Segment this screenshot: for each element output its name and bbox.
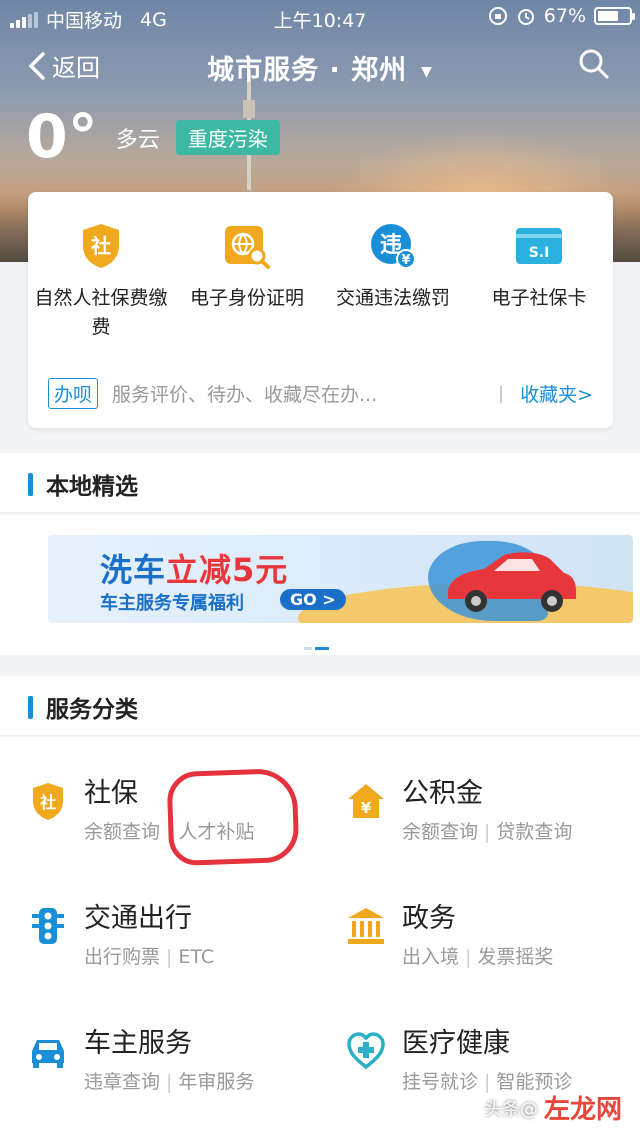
battery-percent: 67% [543,5,586,27]
carousel-indicator [304,647,329,650]
navigation-bar: 返回 城市服务 · 郑州 ▼ [0,44,640,90]
section-accent-bar [28,473,33,496]
todo-hint[interactable]: 服务评价、待办、收藏尽在办... [112,380,498,407]
quick-service-electronic-id[interactable]: 电子身份证明 [174,222,320,342]
sub-link[interactable]: 出行购票 [84,946,160,968]
quick-service-label: 交通违法缴罚 [335,287,450,309]
orientation-lock-icon [488,7,507,25]
sub-link[interactable]: 发票摇奖 [477,946,553,968]
weather-widget: 0° 多云 重度污染 [26,104,280,170]
sub-link[interactable]: 挂号就诊 [402,1071,478,1093]
source-watermark: 头条@ 左龙网 [484,1089,622,1126]
service-subtitle: 余额查询 | 贷款查询 [402,821,573,843]
sub-link[interactable]: 年审服务 [178,1071,254,1093]
battery-icon [594,7,635,25]
quick-service-traffic-fine[interactable]: 违 ¥ 交通违法缴罚 [320,222,466,342]
car-wash-promo-banner[interactable]: 洗车立减5元 车主服务专属福利 GO > [48,535,633,623]
social-security-shield-icon: 社 [83,224,119,268]
banner-subtitle: 车主服务专属福利 [100,593,244,614]
search-icon[interactable] [578,48,610,80]
section-title: 本地精选 [46,474,138,500]
status-bar: 中国移动 4G 上午10:47 67% [0,0,640,34]
quick-service-social-security-payment[interactable]: 社 自然人社保费缴费 [28,222,174,342]
sub-link[interactable]: 违章查询 [84,1071,160,1093]
housing-fund-icon: ¥ [348,784,384,818]
city-selector[interactable]: 城市服务 · 郑州 ▼ [0,48,640,87]
sub-link[interactable]: 贷款查询 [496,821,572,843]
service-subtitle: 出入境 | 发票摇奖 [402,946,554,968]
watermark-logo: 左龙网 [543,1095,622,1125]
quick-service-label: 自然人社保费缴费 [34,287,168,338]
air-quality-badge: 重度污染 [175,120,280,155]
service-name: 社保 [84,778,138,809]
quick-services-row: 社 自然人社保费缴费 电子身份证明 违 ¥ 交通违法缴罚 S.I 电子社保卡 [28,222,613,342]
todo-bar: 办呗 服务评价、待办、收藏尽在办... | 收藏夹> [48,376,593,410]
quick-services-card: 社 自然人社保费缴费 电子身份证明 违 ¥ 交通违法缴罚 S.I 电子社保卡 办… [28,192,613,428]
service-housing-fund[interactable]: ¥ 公积金 余额查询 | 贷款查询 [346,777,640,867]
si-card-icon: S.I [516,228,562,264]
svg-text:¥: ¥ [361,799,372,817]
social-security-shield-icon: 社 [33,783,63,820]
banner-title: 洗车立减5元 [100,545,288,591]
hand-drawn-highlight-circle [166,767,300,867]
svg-text:社: 社 [90,234,111,258]
service-name: 医疗健康 [402,1028,510,1059]
service-name: 政务 [402,903,456,934]
service-subtitle: 出行购票 | ETC [84,946,215,968]
svg-text:S.I: S.I [529,245,550,261]
svg-text:社: 社 [39,793,56,812]
service-transportation[interactable]: 交通出行 出行购票 | ETC [28,902,328,992]
quick-service-label: 电子社保卡 [491,287,587,309]
section-accent-bar [28,696,33,719]
sub-link[interactable]: 余额查询 [84,821,160,843]
quick-service-e-social-card[interactable]: S.I 电子社保卡 [466,222,612,342]
banbei-tag[interactable]: 办呗 [48,377,99,409]
traffic-light-icon [32,908,64,944]
quick-service-label: 电子身份证明 [189,287,304,309]
service-category-header: 服务分类 [0,676,640,736]
traffic-violation-icon: 违 ¥ [371,224,416,269]
section-title: 服务分类 [46,697,138,723]
banner-title-b: 立减5元 [166,551,289,589]
service-category-grid: 社 社保 余额查询 | 人才补贴 ¥ 公积金 余额查询 | 贷款查询 交通出行 出行购票… [0,737,640,1138]
service-government[interactable]: 政务 出入境 | 发票摇奖 [346,902,640,992]
sub-link[interactable]: ETC [178,946,214,968]
dropdown-caret-icon: ▼ [421,63,433,80]
car-icon [32,1040,64,1068]
red-car-icon [448,552,576,612]
favorites-link[interactable]: 收藏夹> [520,380,593,407]
sub-link[interactable]: 出入境 [402,946,459,968]
watermark-prefix: 头条@ [483,1098,538,1120]
banner-go-button[interactable]: GO > [280,589,346,610]
weather-condition: 多云 [115,128,160,153]
divider: | [498,382,505,404]
government-building-icon [348,908,384,944]
service-name: 交通出行 [84,903,192,934]
banner-title-a: 洗车 [100,551,167,589]
service-car-owner[interactable]: 车主服务 违章查询 | 年审服务 [28,1027,328,1117]
medical-heart-icon [347,1032,385,1070]
banner-section: 洗车立减5元 车主服务专属福利 GO > [0,515,640,655]
service-name: 公积金 [402,778,483,809]
page-title: 城市服务 · 郑州 [207,55,408,86]
temperature: 0° [26,102,98,172]
svg-text:¥: ¥ [401,253,410,268]
service-name: 车主服务 [84,1028,192,1059]
service-subtitle: 违章查询 | 年审服务 [84,1071,255,1093]
sub-link[interactable]: 余额查询 [402,821,478,843]
alarm-icon [517,9,534,25]
local-picks-header: 本地精选 [0,453,640,513]
id-globe-search-icon [225,226,270,269]
